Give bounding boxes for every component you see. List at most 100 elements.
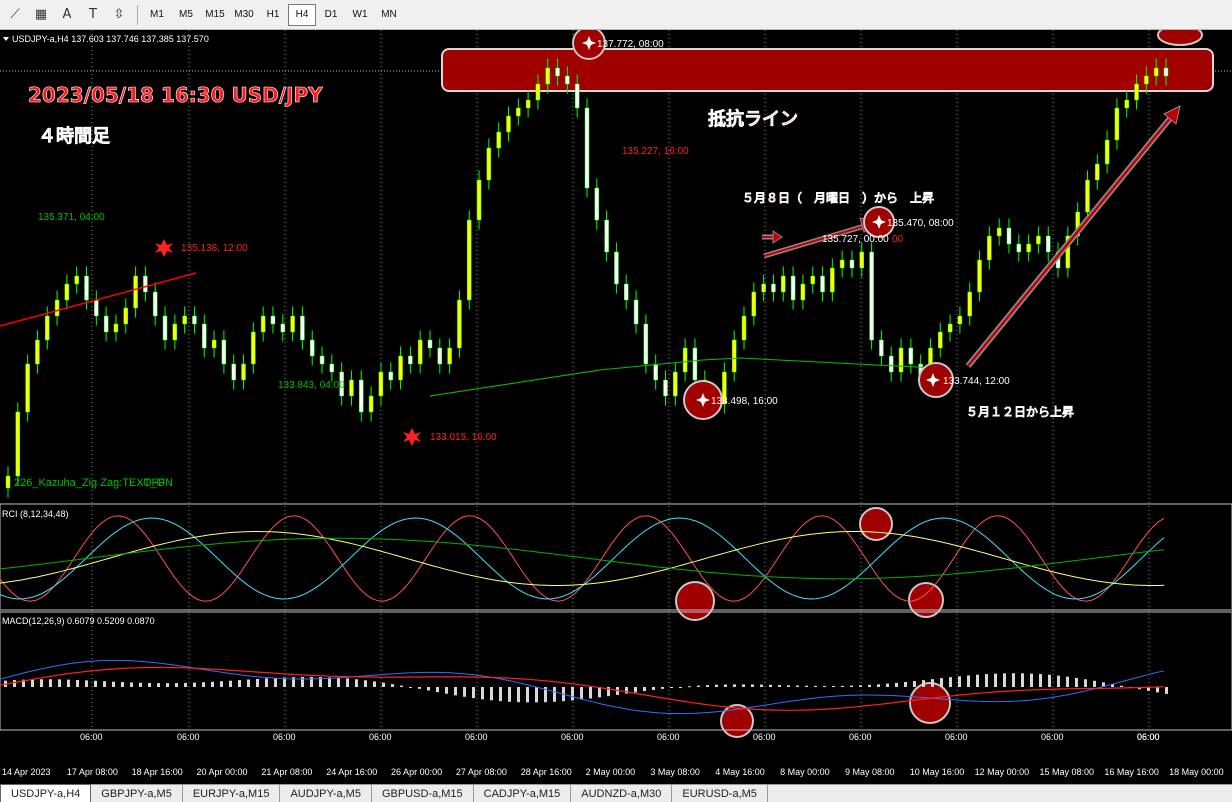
grid-icon[interactable]: ▦	[28, 3, 54, 27]
macd-histogram-bar	[346, 678, 349, 687]
timeframe-w1-button[interactable]: W1	[346, 4, 374, 26]
macd-histogram-bar	[985, 674, 988, 687]
candle-body	[555, 67, 560, 77]
candle-body	[977, 259, 982, 293]
candle-body	[506, 115, 511, 133]
candle-body	[810, 275, 815, 285]
candle-body	[15, 411, 21, 477]
timeframe-m1-button[interactable]: M1	[143, 4, 171, 26]
candle-body	[231, 363, 236, 381]
candle-body	[260, 315, 266, 333]
timeframe-d1-button[interactable]: D1	[317, 4, 345, 26]
macd-histogram-bar	[850, 685, 853, 687]
candle-body	[35, 339, 40, 365]
macd-histogram-bar	[427, 687, 430, 691]
macd-histogram-bar	[733, 684, 736, 687]
macd-histogram-bar	[355, 679, 358, 687]
macd-histogram-bar	[751, 684, 754, 687]
candle-body	[211, 339, 217, 349]
candle-body	[270, 315, 276, 325]
x-date-tick: 12 May 00:00	[975, 767, 1030, 777]
macd-histogram-bar	[454, 687, 457, 696]
x-time-tick: 06:00	[1041, 732, 1064, 742]
candle-body	[1095, 163, 1100, 181]
timeframe-m30-button[interactable]: M30	[230, 4, 258, 26]
macd-histogram-bar	[886, 683, 889, 687]
candle-body	[1144, 75, 1149, 85]
macd-histogram-bar	[778, 685, 781, 687]
symbol-tab[interactable]: EURUSD-a,M5	[672, 785, 768, 802]
annotation-resistance: 抵抗ライン	[708, 108, 798, 130]
symbol-tab[interactable]: GBPJPY-a,M5	[91, 785, 183, 802]
timeframe-h4-button[interactable]: H4	[288, 3, 316, 26]
macd-histogram-bar	[670, 687, 673, 688]
x-date-tick: 8 May 00:00	[780, 767, 830, 777]
macd-histogram-bar	[526, 687, 529, 703]
candle-body	[466, 219, 472, 301]
price-label: 133.015, 16:00	[430, 432, 497, 443]
timeframe-h1-button[interactable]: H1	[259, 4, 287, 26]
x-date-tick: 18 May 00:00	[1169, 767, 1224, 777]
symbol-tab[interactable]: CADJPY-a,M15	[474, 785, 572, 802]
macd-histogram-bar	[58, 679, 61, 687]
symbol-tab[interactable]: AUDJPY-a,M5	[280, 785, 372, 802]
symbol-tab[interactable]: AUDNZD-a,M30	[571, 785, 673, 802]
indicator-overlap: OFF	[143, 477, 165, 489]
candle-body	[437, 347, 443, 365]
macd-histogram-bar	[940, 678, 943, 687]
price-label: 135.727, 00:00	[822, 234, 889, 245]
macd-histogram-bar	[202, 682, 205, 687]
macd-histogram-bar	[535, 687, 538, 703]
x-time-tick: 06:00	[849, 732, 872, 742]
toolbar-divider	[137, 4, 138, 25]
text-label-icon[interactable]: T	[80, 3, 106, 27]
macd-histogram-bar	[148, 682, 151, 687]
price-label: 135.227, 16:00	[622, 146, 689, 157]
candle-body	[25, 363, 30, 413]
candle-body	[692, 347, 698, 381]
macd-histogram-bar	[805, 685, 808, 687]
candle-body	[673, 371, 678, 397]
candle-body	[417, 339, 423, 365]
candle-body	[192, 315, 197, 325]
macd-histogram-bar	[661, 687, 664, 689]
candle-body	[329, 363, 335, 373]
x-time-tick: 06:00	[177, 732, 200, 742]
arrows-icon[interactable]: ⇳	[106, 3, 132, 27]
symbol-tabs: USDJPY-a,H4 GBPJPY-a,M5 EURJPY-a,M15 AUDJPY…	[0, 784, 1232, 802]
candle-body	[388, 371, 393, 381]
candle-body	[663, 379, 668, 397]
macd-histogram-bar	[499, 687, 502, 702]
macd-histogram-bar	[238, 680, 241, 687]
macd-histogram-bar	[1165, 687, 1168, 694]
candle-body	[349, 379, 354, 397]
candle-body	[957, 315, 963, 325]
candle-body	[1016, 243, 1022, 253]
text-icon[interactable]: A	[54, 3, 80, 27]
line-study-icon[interactable]: ⟋	[2, 3, 28, 27]
macd-histogram-bar	[823, 685, 826, 687]
timeframe-mn-button[interactable]: MN	[375, 4, 403, 26]
symbol-tab[interactable]: EURJPY-a,M15	[183, 785, 281, 802]
macd-histogram-bar	[787, 685, 790, 687]
timeframe-m15-button[interactable]: M15	[201, 4, 229, 26]
x-date-tick: 28 Apr 16:00	[521, 767, 572, 777]
macd-histogram-bar	[211, 681, 214, 687]
chart-canvas[interactable]: USDJPY-a,H4 137.603 137.746 137.385 137.…	[0, 30, 1232, 784]
candle-body	[64, 283, 70, 301]
macd-histogram-bar	[76, 679, 79, 687]
candle-body	[309, 339, 315, 357]
macd-histogram-bar	[1066, 676, 1069, 687]
annotation-may8: ５月８日（ 月曜日 ）から 上昇	[742, 190, 934, 205]
symbol-tab[interactable]: USDJPY-a,H4	[0, 784, 92, 802]
symbol-tab[interactable]: GBPUSD-a,M15	[372, 785, 474, 802]
macd-histogram-bar	[112, 681, 115, 687]
candle-body	[103, 315, 109, 333]
x-date-tick: 27 Apr 08:00	[456, 767, 507, 777]
macd-histogram-bar	[157, 683, 160, 687]
macd-histogram-bar	[742, 684, 745, 687]
candle-body	[408, 355, 413, 365]
x-date-tick: 24 Apr 16:00	[326, 767, 377, 777]
macd-histogram-bar	[976, 674, 979, 687]
timeframe-m5-button[interactable]: M5	[172, 4, 200, 26]
